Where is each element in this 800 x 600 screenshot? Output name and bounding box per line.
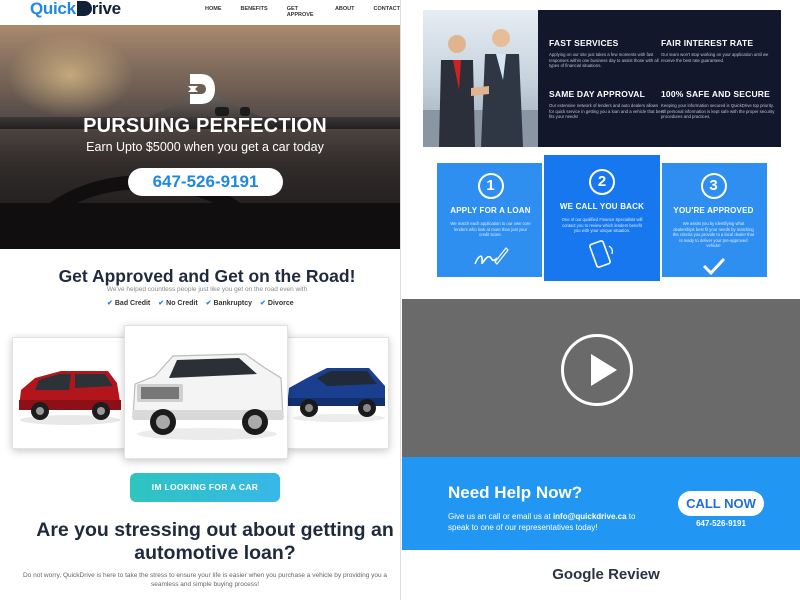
approved-subtitle: We've helped countless people just like …	[106, 286, 308, 293]
check-label: Bankruptcy	[213, 300, 253, 307]
hero-banner: PURSUING PERFECTION Earn Upto $5000 when…	[0, 25, 400, 249]
signature-icon	[473, 246, 509, 265]
stress-paragraph: Do not worry, QuickDrive is here to take…	[22, 572, 388, 588]
nav-contact[interactable]: CONTACT	[374, 6, 400, 18]
nav-links: HOME BENEFITS GET APPROVE ABOUT CONTACT	[205, 6, 400, 18]
red-minivan-image	[19, 371, 121, 425]
play-button[interactable]	[561, 334, 633, 406]
step-number: 2	[589, 169, 615, 195]
feature-title: FAIR INTEREST RATE	[661, 38, 754, 48]
check-item: ✔ No Credit	[158, 299, 197, 307]
step-title: WE CALL YOU BACK	[559, 202, 645, 211]
quickdrive-d-logo-icon	[188, 74, 215, 104]
hero-subtitle: Earn Upto $5000 when you get a car today	[86, 140, 324, 154]
step-number: 1	[477, 173, 504, 199]
handshake-photo	[423, 10, 538, 147]
hero-title: PURSUING PERFECTION	[83, 115, 327, 137]
step-number: 3	[700, 173, 727, 199]
step-title: YOU'RE APPROVED	[673, 206, 754, 215]
logo-d-mark-icon	[76, 1, 92, 16]
landing-right-column: FAST SERVICES Applying on our site just …	[400, 0, 800, 600]
help-heading: Need Help Now?	[448, 483, 583, 502]
check-label: Divorce	[267, 300, 294, 307]
hero-phone-button[interactable]: 647-526-9191	[128, 168, 283, 196]
step-text: We assist you by identifying what dealer…	[672, 221, 755, 248]
step-we-call-you-back: 2 WE CALL YOU BACK One of our qualified …	[544, 155, 660, 281]
phone-icon	[589, 239, 614, 268]
video-player[interactable]	[402, 299, 800, 457]
step-text: One of our qualified Finance Specialists…	[561, 217, 643, 233]
features-panel: FAST SERVICES Applying on our site just …	[423, 10, 781, 147]
process-steps: 1 APPLY FOR A LOAN We match each applica…	[437, 155, 767, 281]
feature-title: SAME DAY APPROVAL	[549, 89, 645, 99]
handshake-image	[423, 29, 538, 147]
step-text: We match each application to our own cor…	[450, 221, 531, 237]
google-review-heading: Google Review	[552, 566, 660, 583]
checkmark-icon: ✔	[260, 300, 266, 307]
quickdrive-logo[interactable]: Quick rive	[30, 0, 121, 19]
looking-for-car-button[interactable]: IM LOOKING FOR A CAR	[130, 473, 280, 502]
help-phone-number[interactable]: 647-526-9191	[678, 519, 764, 528]
help-text-before: Give us an call or email us at	[448, 512, 553, 521]
checkmark-icon: ✔	[107, 300, 113, 307]
feature-text: Our extensive network of lenders and aut…	[549, 103, 664, 120]
checkmark-icon	[702, 257, 725, 275]
help-email-link[interactable]: info@quickdrive.ca	[553, 512, 627, 521]
logo-text-quick: Quick	[30, 0, 76, 18]
car-card-blue-sedan[interactable]	[286, 337, 389, 449]
feature-fair-interest-rate: FAIR INTEREST RATE Our team won't stop w…	[661, 38, 776, 63]
nav-get-approve[interactable]: GET APPROVE	[287, 6, 316, 18]
car-card-white-suv[interactable]	[124, 325, 288, 459]
approved-heading: Get Approved and Get on the Road!	[58, 266, 356, 286]
car-card-red-minivan[interactable]	[12, 337, 126, 449]
help-banner: Need Help Now? Give us an call or email …	[402, 457, 800, 550]
page: Quick rive HOME BENEFITS GET APPROVE ABOU…	[0, 0, 800, 600]
feature-title: 100% SAFE AND SECURE	[661, 89, 771, 99]
check-label: No Credit	[166, 300, 198, 307]
feature-same-day-approval: SAME DAY APPROVAL Our extensive network …	[549, 89, 664, 120]
call-now-button[interactable]: CALL NOW	[678, 491, 764, 516]
play-icon	[591, 354, 617, 386]
feature-fast-services: FAST SERVICES Applying on our site just …	[549, 38, 664, 69]
logo-text-rive: rive	[91, 0, 121, 18]
check-item: ✔ Divorce	[260, 299, 294, 307]
blue-sedan-image	[287, 368, 385, 422]
landing-left-column: Quick rive HOME BENEFITS GET APPROVE ABOU…	[0, 0, 400, 600]
step-apply-for-loan: 1 APPLY FOR A LOAN We match each applica…	[437, 163, 544, 277]
white-suv-image	[132, 353, 284, 440]
stress-heading: Are you stressing out about getting an a…	[36, 519, 394, 564]
credit-situations-list: ✔ Bad Credit ✔ No Credit ✔ Bankruptcy ✔ Divo…	[107, 299, 294, 307]
feature-text: Our team won't stop working on your appl…	[661, 52, 769, 63]
checkmark-icon: ✔	[205, 300, 212, 307]
feature-text: Keeping your information secured is Quic…	[661, 103, 775, 120]
feature-title: FAST SERVICES	[549, 38, 619, 48]
step-youre-approved: 3 YOU'RE APPROVED We assist you by ident…	[660, 163, 767, 277]
top-nav: Quick rive HOME BENEFITS GET APPROVE ABOU…	[0, 0, 400, 22]
check-label: Bad Credit	[114, 300, 151, 307]
nav-home[interactable]: HOME	[205, 6, 222, 18]
nav-benefits[interactable]: BENEFITS	[241, 6, 268, 18]
help-text: Give us an call or email us at info@quic…	[448, 511, 648, 533]
check-item: ✔ Bad Credit	[107, 299, 150, 307]
feature-safe-and-secure: 100% SAFE AND SECURE Keeping your inform…	[661, 89, 776, 120]
nav-about[interactable]: ABOUT	[335, 6, 355, 18]
step-title: APPLY FOR A LOAN	[450, 206, 531, 215]
checkmark-icon: ✔	[158, 300, 165, 307]
check-item: ✔ Bankruptcy	[206, 299, 252, 307]
feature-text: Applying on our site just takes a few mo…	[549, 52, 659, 69]
